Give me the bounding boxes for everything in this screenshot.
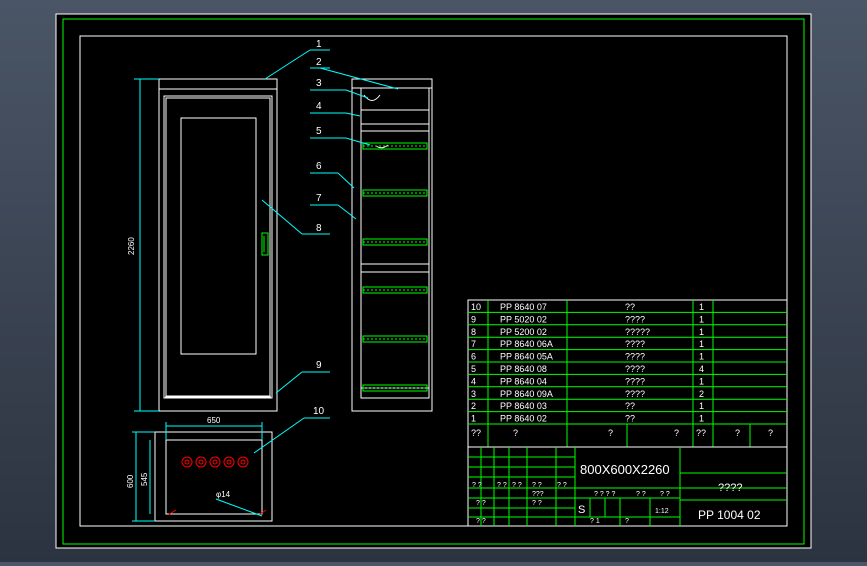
bom-no: 5: [471, 364, 476, 374]
scale-label: 1:12: [655, 508, 669, 515]
dim-width-label: 650: [207, 416, 221, 425]
bom-no: 7: [471, 339, 476, 349]
title-name: ????: [718, 482, 742, 494]
bom-code: PP 5020 02: [500, 314, 547, 324]
bom-code: PP 8640 08: [500, 364, 547, 374]
bom-header-cell: ?: [735, 428, 740, 438]
tb-mark: ? ?: [497, 482, 507, 489]
bom-code: PP 5200 02: [500, 327, 547, 337]
title-spec: 800X600X2260: [580, 462, 670, 477]
bom-name: ????: [625, 376, 645, 386]
tb-mark: ? ?: [636, 491, 646, 498]
callout-7: 7: [316, 193, 322, 204]
bom-name: ????: [625, 364, 645, 374]
tb-mark: ? ?: [476, 518, 486, 525]
bom-header-cell: ?: [608, 428, 613, 438]
bom-header-cell: ?: [768, 428, 773, 438]
callout-4: 4: [316, 101, 322, 112]
bom-code: PP 8640 09A: [500, 389, 553, 399]
bom-qty: 1: [699, 414, 704, 424]
bom-code: PP 8640 02: [500, 414, 547, 424]
tb-mark: ???: [532, 491, 544, 498]
callout-9: 9: [316, 360, 322, 371]
bom-name: ????: [625, 314, 645, 324]
bom-no: 6: [471, 352, 476, 362]
callout-5: 5: [316, 126, 322, 137]
bom-no: 2: [471, 401, 476, 411]
tb-mark: ? ? ? ?: [594, 491, 616, 498]
callout-10: 10: [313, 406, 325, 417]
bom-no: 4: [471, 376, 476, 386]
tb-mark: ? ?: [532, 482, 542, 489]
bom-no: 3: [471, 389, 476, 399]
bom-name: ??: [625, 414, 635, 424]
tb-mark: ? ?: [512, 482, 522, 489]
callout-1: 1: [316, 39, 322, 50]
bom-no: 1: [471, 414, 476, 424]
tb-mark: ? ?: [660, 491, 670, 498]
bom-qty: 1: [699, 327, 704, 337]
bom-qty: 1: [699, 302, 704, 312]
bom-qty: 1: [699, 352, 704, 362]
bom-qty: 1: [699, 339, 704, 349]
bom-code: PP 8640 05A: [500, 352, 553, 362]
bom-no: 8: [471, 327, 476, 337]
bom-no: 9: [471, 314, 476, 324]
tb-mark: ? 1: [590, 518, 600, 525]
bom-header-cell: ??: [471, 428, 481, 438]
cad-drawing: 2260 650 600 545 φ14 1 2 3 4 5 6 7 8 9 1…: [55, 13, 812, 549]
bom-qty: 1: [699, 401, 704, 411]
bom-header-cell: ?: [674, 428, 679, 438]
bom-name: ????: [625, 389, 645, 399]
bom-code: PP 8640 06A: [500, 339, 553, 349]
bom-code: PP 8640 07: [500, 302, 547, 312]
drawing-number: PP 1004 02: [698, 508, 761, 522]
callout-8: 8: [316, 223, 322, 234]
bom-header-cell: ?: [513, 428, 518, 438]
bom-code: PP 8640 03: [500, 401, 547, 411]
hole-dia-label: φ14: [216, 490, 231, 499]
dim-depth-inner-label: 545: [140, 472, 149, 486]
bom-header-cell: ??: [696, 428, 706, 438]
bom-name: ??: [625, 401, 635, 411]
bom-qty: 2: [699, 389, 704, 399]
bom-no: 10: [471, 302, 481, 312]
callout-2: 2: [316, 57, 322, 68]
tb-mark: ? ?: [472, 482, 482, 489]
bom-qty: 1: [699, 376, 704, 386]
bom-name: ????: [625, 339, 645, 349]
bom-qty: 1: [699, 314, 704, 324]
dim-height-label: 2260: [127, 237, 136, 255]
tb-mark: ? ?: [532, 500, 542, 507]
drawing-sheet: [55, 13, 812, 549]
tb-mark: ? ?: [476, 500, 486, 507]
tb-mark: ? ?: [557, 482, 567, 489]
cad-viewport[interactable]: 2260 650 600 545 φ14 1 2 3 4 5 6 7 8 9 1…: [0, 0, 867, 562]
callout-6: 6: [316, 161, 322, 172]
bom-qty: 4: [699, 364, 704, 374]
bom-code: PP 8640 04: [500, 376, 547, 386]
callout-3: 3: [316, 78, 322, 89]
tb-mark: ?: [625, 518, 629, 525]
dim-depth-outer-label: 600: [126, 474, 135, 488]
stage-mark: S: [578, 504, 585, 516]
bom-name: ?????: [625, 327, 650, 337]
bom-name: ????: [625, 352, 645, 362]
bom-name: ??: [625, 302, 635, 312]
